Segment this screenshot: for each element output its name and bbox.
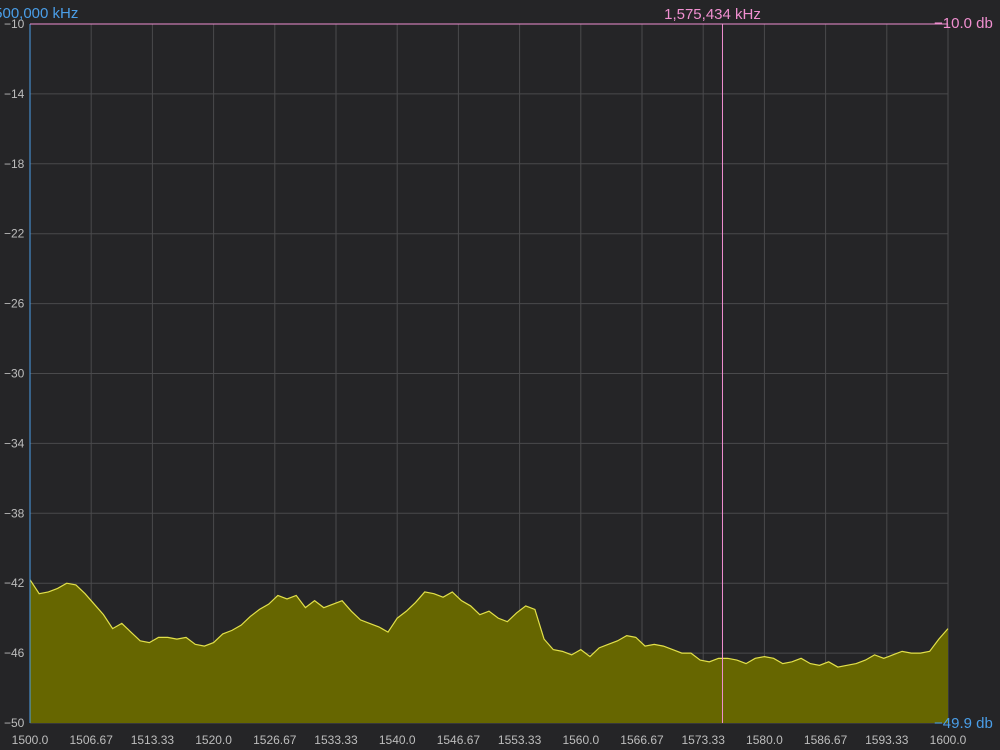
x-tick-label: 1520.0 <box>195 733 232 747</box>
x-tick-label: 1560.0 <box>562 733 599 747</box>
x-tick-label: 1540.0 <box>379 733 416 747</box>
x-tick-label: 1573.33 <box>682 733 726 747</box>
x-tick-label: 1600.0 <box>930 733 967 747</box>
y-tick-label: −42 <box>4 576 25 590</box>
y-tick-label: −18 <box>4 157 25 171</box>
y-tick-label: −34 <box>4 436 25 450</box>
spectrum-chart[interactable]: −10−14−18−22−26−30−34−38−42−46−50 1500.0… <box>0 0 1000 750</box>
start-frequency-readout: 1,500,000 kHz <box>0 5 78 22</box>
x-tick-label: 1586.67 <box>804 733 848 747</box>
x-tick-label: 1566.67 <box>620 733 664 747</box>
y-tick-label: −46 <box>4 646 25 660</box>
x-tick-label: 1500.0 <box>12 733 49 747</box>
x-tick-label: 1593.33 <box>865 733 909 747</box>
x-tick-label: 1553.33 <box>498 733 542 747</box>
y-tick-label: −26 <box>4 297 25 311</box>
x-tick-label: 1526.67 <box>253 733 297 747</box>
y-tick-label: −22 <box>4 227 25 241</box>
reference-level-bottom-readout: −49.9 db <box>934 715 993 732</box>
y-tick-label: −14 <box>4 87 25 101</box>
marker-frequency-readout: 1,575,434 kHz <box>664 6 761 23</box>
x-tick-label: 1513.33 <box>131 733 175 747</box>
x-tick-label: 1533.33 <box>314 733 358 747</box>
reference-level-top-readout: −10.0 db <box>934 15 993 32</box>
x-tick-label: 1580.0 <box>746 733 783 747</box>
y-tick-label: −38 <box>4 506 25 520</box>
y-tick-label: −50 <box>4 716 25 730</box>
x-tick-label: 1546.67 <box>437 733 481 747</box>
y-tick-label: −30 <box>4 367 25 381</box>
x-tick-label: 1506.67 <box>70 733 114 747</box>
